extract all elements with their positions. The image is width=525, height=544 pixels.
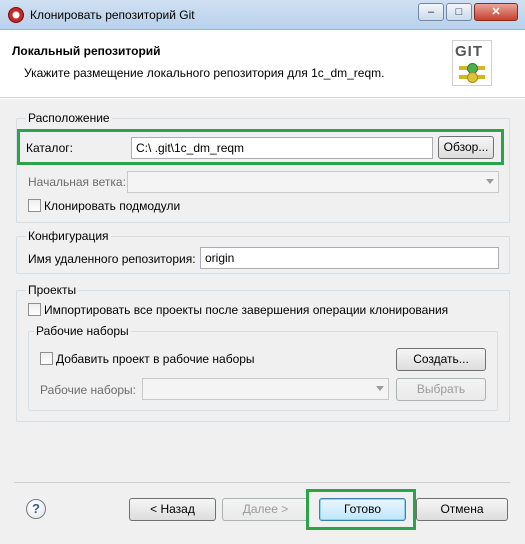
- branch-label: Начальная ветка:: [28, 175, 126, 189]
- import-projects-label: Импортировать все проекты после завершен…: [44, 303, 449, 317]
- add-to-working-sets-label: Добавить проект в рабочие наборы: [56, 352, 255, 366]
- footer-separator: [14, 482, 510, 483]
- add-to-working-sets-checkbox[interactable]: [40, 352, 53, 365]
- git-logo-icon: GIT: [452, 40, 492, 86]
- working-sets-group-label: Рабочие наборы: [34, 324, 131, 338]
- browse-button[interactable]: Обзор...: [438, 136, 494, 159]
- clone-submodules-checkbox[interactable]: [28, 199, 41, 212]
- next-button[interactable]: Далее >: [222, 498, 309, 521]
- help-icon[interactable]: ?: [26, 499, 46, 519]
- eclipse-app-icon: [8, 7, 24, 23]
- remote-name-input[interactable]: origin: [200, 247, 499, 269]
- working-sets-select[interactable]: [142, 378, 389, 400]
- branch-select[interactable]: [127, 171, 499, 193]
- clone-submodules-label: Клонировать подмодули: [44, 199, 181, 213]
- page-title: Локальный репозиторий: [12, 44, 161, 58]
- chevron-down-icon: [376, 386, 384, 391]
- chevron-down-icon: [486, 179, 494, 184]
- configuration-group-label: Конфигурация: [26, 229, 111, 243]
- maximize-button[interactable]: □: [446, 3, 472, 21]
- minimize-button[interactable]: –: [418, 3, 444, 21]
- page-description: Укажите размещение локального репозитори…: [24, 66, 385, 80]
- window-title: Клонировать репозиторий Git: [30, 8, 195, 22]
- catalog-label: Каталог:: [26, 141, 73, 155]
- close-button[interactable]: ✕: [474, 3, 518, 21]
- working-sets-label: Рабочие наборы:: [40, 383, 137, 397]
- create-working-set-button[interactable]: Создать...: [396, 348, 486, 371]
- location-group-label: Расположение: [26, 111, 112, 125]
- select-working-set-button[interactable]: Выбрать: [396, 378, 486, 401]
- git-logo-text: GIT: [455, 43, 483, 60]
- catalog-input[interactable]: C:\ .git\1c_dm_reqm: [131, 137, 433, 159]
- back-button[interactable]: < Назад: [129, 498, 216, 521]
- finish-button[interactable]: Готово: [319, 498, 406, 521]
- projects-group-label: Проекты: [26, 283, 79, 297]
- import-projects-checkbox[interactable]: [28, 303, 41, 316]
- remote-name-label: Имя удаленного репозитория:: [28, 252, 196, 266]
- wizard-header: [0, 30, 525, 98]
- cancel-button[interactable]: Отмена: [416, 498, 508, 521]
